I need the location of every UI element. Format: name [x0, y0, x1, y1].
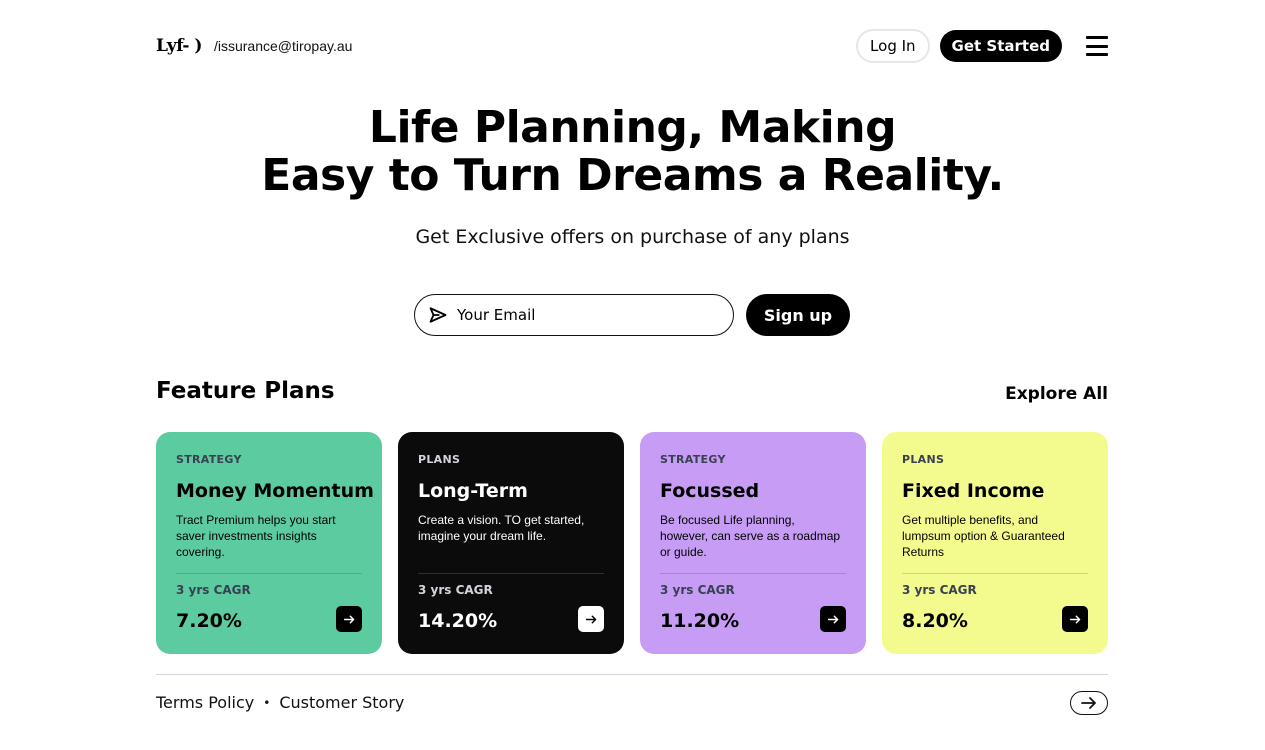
contact-email[interactable]: /issurance@tiropay.au: [214, 38, 352, 54]
arrow-right-icon[interactable]: [1062, 606, 1088, 632]
plan-tag: STRATEGY: [660, 453, 726, 466]
plan-title: Focussed: [660, 480, 760, 502]
arrow-right-icon[interactable]: [820, 606, 846, 632]
login-button[interactable]: Log In: [856, 29, 930, 63]
menu-bar: [1086, 53, 1108, 56]
plan-description: Tract Premium helps you start saver inve…: [176, 513, 336, 559]
cagr-rate: 8.20%: [902, 610, 968, 632]
menu-bar: [1086, 44, 1108, 48]
cagr-rate: 7.20%: [176, 610, 242, 632]
arrow-right-circle-icon[interactable]: [1070, 691, 1108, 715]
plan-card-long-term[interactable]: PLANS Long-Term Create a vision. TO get …: [398, 432, 624, 654]
cagr-label: 3 yrs CAGR: [902, 583, 977, 597]
header-actions: Log In Get Started: [856, 29, 1108, 63]
explore-all-link[interactable]: Explore All: [1005, 384, 1108, 404]
card-divider: [660, 573, 846, 574]
customer-story-link[interactable]: Customer Story: [279, 693, 404, 712]
hero-title-line-2: Easy to Turn Dreams a Reality.: [261, 150, 1004, 201]
cagr-rate: 11.20%: [660, 610, 740, 632]
card-divider: [418, 573, 604, 574]
plan-tag: STRATEGY: [176, 453, 242, 466]
plan-card-focussed[interactable]: STRATEGY Focussed Be focused Life planni…: [640, 432, 866, 654]
plan-title: Long-Term: [418, 480, 528, 502]
arrow-right-icon[interactable]: [336, 606, 362, 632]
get-started-button[interactable]: Get Started: [939, 30, 1062, 62]
terms-policy-link[interactable]: Terms Policy: [156, 693, 254, 712]
send-icon: [429, 307, 447, 323]
plan-tag: PLANS: [902, 453, 945, 466]
brand: Lyf- ) /issurance@tiropay.au: [156, 36, 352, 56]
landing-page: Lyf- ) /issurance@tiropay.au Log In Get …: [0, 0, 1265, 750]
hero-title-line-1: Life Planning, Making: [368, 102, 897, 153]
top-header: Lyf- ) /issurance@tiropay.au Log In Get …: [156, 29, 1108, 63]
cagr-rate: 14.20%: [418, 610, 498, 632]
hero-title: Life Planning, Making Easy to Turn Dream…: [0, 104, 1265, 200]
plan-description: Create a vision. TO get started, imagine…: [418, 513, 585, 543]
hamburger-menu-icon[interactable]: [1086, 36, 1108, 56]
footer-divider: [156, 674, 1108, 675]
plan-cards: STRATEGY Money Momentum Tract Premium he…: [156, 432, 1108, 654]
card-divider: [902, 573, 1088, 574]
hero-subtitle: Get Exclusive offers on purchase of any …: [415, 226, 850, 248]
plan-title: Money Momentum: [176, 480, 374, 502]
card-divider: [176, 573, 362, 574]
plan-description: Be focused Life planning, however, can s…: [660, 513, 841, 559]
plan-description: Get multiple benefits, and lumpsum optio…: [902, 513, 1065, 559]
menu-bar: [1086, 36, 1108, 39]
cagr-label: 3 yrs CAGR: [418, 583, 493, 597]
footer-links: Terms Policy • Customer Story: [156, 693, 404, 712]
signup-button[interactable]: Sign up: [746, 294, 850, 336]
cagr-label: 3 yrs CAGR: [660, 583, 735, 597]
footer-separator: •: [263, 695, 271, 710]
email-input[interactable]: [457, 306, 707, 324]
arrow-right-icon[interactable]: [578, 606, 604, 632]
cagr-label: 3 yrs CAGR: [176, 583, 251, 597]
plan-card-fixed-income[interactable]: PLANS Fixed Income Get multiple benefits…: [882, 432, 1108, 654]
logo[interactable]: Lyf- ): [156, 36, 202, 56]
plan-title: Fixed Income: [902, 480, 1045, 502]
section-title: Feature Plans: [156, 378, 335, 404]
plan-card-money-momentum[interactable]: STRATEGY Money Momentum Tract Premium he…: [156, 432, 382, 654]
plan-tag: PLANS: [418, 453, 461, 466]
email-field[interactable]: [414, 294, 734, 336]
